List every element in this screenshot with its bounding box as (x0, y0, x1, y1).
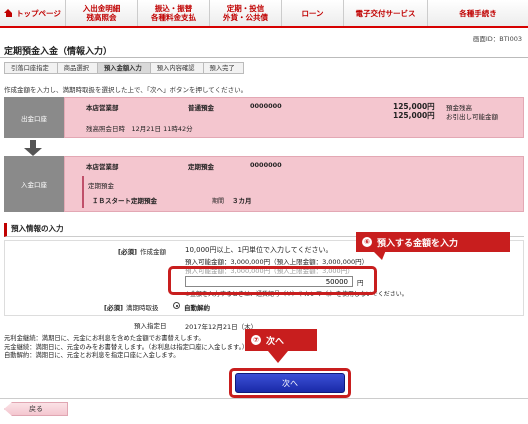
maturity-radio-auto[interactable] (173, 302, 180, 309)
callout-number-7: ⑦ (251, 335, 261, 345)
next-callout-text: 次へ (266, 336, 285, 347)
withdraw-number: 0000000 (250, 102, 282, 110)
screen-id: 画面ID：BTI003 (472, 35, 522, 43)
nav-loan[interactable]: ローン (282, 0, 344, 26)
deposit-branch: 本店営業部 (86, 163, 119, 171)
withdraw-available: 125,000円 (393, 111, 435, 120)
note-line: 元利金継続：満期日に、元金にお利息を含めた金額でお書替えします。 (4, 335, 205, 342)
instruction-text: 作成金額を入力し、満期時取扱を選択した上で、「次へ」ボタンを押してください。 (4, 86, 248, 94)
next-callout: ⑦ 次へ (245, 329, 317, 351)
bottom-divider (0, 398, 528, 399)
note-line: 自動解約：満期日に、元金とお利息を指定口座に入金します。 (4, 352, 180, 359)
amount-callout: ⑥ 預入する金額を入力 (356, 232, 510, 252)
withdraw-available-label: お引出し可能金額 (446, 113, 498, 121)
nav-e-delivery[interactable]: 電子交付サービス (344, 0, 428, 26)
withdraw-type: 普通預金 (188, 104, 214, 112)
deposit-account-label: 入金口座 (4, 156, 64, 212)
callout-number-6: ⑥ (362, 237, 372, 247)
amount-required-tag: [必須] (118, 248, 137, 256)
withdraw-branch: 本店営業部 (86, 104, 119, 112)
note-line: 元金継続：満期日に、元金のみをお書替えします。（お利息は指定口座に入金します。） (4, 343, 249, 351)
amount-highlight (168, 266, 377, 295)
nav-statement[interactable]: 入出金明細 残高照会 (66, 0, 138, 26)
deposit-term: ３カ月 (232, 197, 252, 205)
step-indicator: 引落口座指定 商品選択 預入金額入力 預入内容確認 預入完了 (4, 62, 244, 74)
step-4: 預入内容確認 (149, 62, 204, 74)
step-2: 商品選択 (56, 62, 98, 74)
next-callout-tail (268, 351, 288, 363)
down-arrow-icon (23, 140, 43, 156)
title-divider (0, 57, 528, 58)
step-5: 預入完了 (202, 62, 244, 74)
withdraw-account-label: 出金口座 (4, 97, 64, 138)
nav-time-deposit[interactable]: 定期・投信 外貨・公共債 (210, 0, 282, 26)
back-button[interactable]: 戻る (4, 402, 68, 416)
deposit-term-label: 期間 (212, 198, 225, 205)
date-label: 預入指定日 (134, 322, 167, 330)
home-icon (4, 9, 13, 17)
amount-callout-text: 預入する金額を入力 (377, 238, 459, 249)
deposit-product: ＩＢスタート定期預金 (92, 197, 157, 205)
maturity-required-tag: [必須] (104, 304, 123, 312)
nav-transfer[interactable]: 振込・振替 各種料金支払 (138, 0, 210, 26)
nav-top-page[interactable]: トップページ (0, 0, 66, 26)
withdraw-ref-time: 残高照会日時 12月21日 11時42分 (86, 125, 193, 133)
step-1: 引落口座指定 (4, 62, 58, 74)
maturity-notes: 元利金継続：満期日に、元金にお利息を含めた金額でお書替えします。 元金継続：満期… (4, 335, 248, 361)
nav-procedures[interactable]: 各種手続き (428, 0, 528, 26)
next-button[interactable]: 次へ (235, 373, 345, 393)
deposit-type: 定期預金 (188, 163, 214, 171)
deposit-sub-type: 定期預金 (88, 182, 114, 190)
deposit-number: 0000000 (250, 161, 282, 169)
maturity-option-label: 自動解約 (184, 304, 210, 312)
maturity-label: 満期時取扱 (126, 304, 159, 312)
amount-label: 作成金額 (140, 248, 166, 256)
amount-hint: 10,000円以上、1円単位で入力してください。 (185, 246, 333, 254)
nav-top-page-label: トップページ (16, 8, 61, 18)
step-3-current: 預入金額入力 (96, 62, 151, 74)
page-title: 定期預金入金（情報入力） (4, 47, 113, 57)
top-navigation: トップページ 入出金明細 残高照会 振込・振替 各種料金支払 定期・投信 外貨・… (0, 0, 528, 28)
